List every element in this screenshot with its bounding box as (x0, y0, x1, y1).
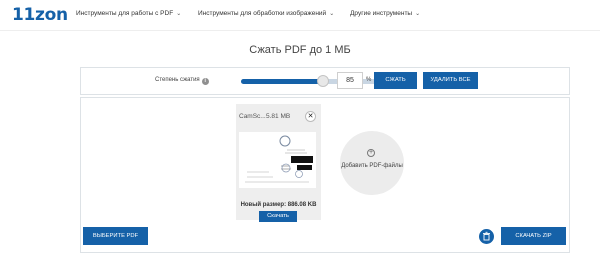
nav-image-tools[interactable]: Инструменты для обработки изображений ⌄ (198, 10, 334, 17)
compression-label: Степень сжатия i (155, 77, 209, 85)
file-name: CamSc... (239, 113, 266, 120)
add-pdf-files-label: Добавить PDF-файлы (341, 163, 403, 169)
slider-fill (241, 79, 323, 84)
compression-label-text: Степень сжатия (155, 77, 200, 83)
slider-thumb[interactable] (317, 75, 329, 87)
nav-other-tools-label: Другие инструменты (350, 10, 413, 17)
download-zip-button[interactable]: СКАЧАТЬ ZIP (501, 227, 566, 245)
upload-area: CamSc... 5.81 MB ✕ Новый размер: 886.08 … (80, 97, 570, 253)
chevron-down-icon: ⌄ (329, 11, 335, 17)
chevron-down-icon: ⌄ (176, 11, 182, 17)
file-thumbnail (239, 132, 316, 188)
document-preview-icon (239, 132, 316, 188)
nav-image-tools-label: Инструменты для обработки изображений (198, 10, 327, 17)
new-file-size: Новый размер: 886.08 KB (240, 202, 317, 208)
compression-percent-input[interactable]: 85 (337, 72, 363, 89)
download-file-button[interactable]: Скачать (259, 211, 297, 222)
trash-glyph (483, 231, 490, 241)
trash-icon[interactable] (479, 229, 494, 244)
nav-pdf-tools-label: Инструменты для работы с PDF (76, 10, 174, 17)
file-size: 5.81 MB (266, 113, 291, 120)
nav-pdf-tools[interactable]: Инструменты для работы с PDF ⌄ (76, 10, 181, 17)
select-pdf-button[interactable]: ВЫБЕРИТЕ PDF (83, 227, 148, 245)
add-pdf-files-button[interactable]: + Добавить PDF-файлы (340, 131, 404, 195)
page-title: Сжать PDF до 1 МБ (249, 44, 351, 56)
chevron-down-icon: ⌄ (415, 11, 421, 17)
header-bar: 11zon Инструменты для работы с PDF ⌄ Инст… (0, 0, 600, 31)
close-icon[interactable]: ✕ (305, 111, 316, 122)
file-card: CamSc... 5.81 MB ✕ Новый размер: 886.08 … (236, 104, 321, 222)
compression-settings-bar: Степень сжатия i 85 % СЖАТЬ УДАЛИТЬ ВСЕ (80, 67, 570, 95)
delete-all-button[interactable]: УДАЛИТЬ ВСЕ (423, 72, 478, 89)
compress-button[interactable]: СЖАТЬ (374, 72, 417, 89)
info-icon[interactable]: i (201, 78, 209, 85)
plus-icon: + (367, 149, 375, 157)
logo[interactable]: 11zon (12, 5, 68, 25)
nav-other-tools[interactable]: Другие инструменты ⌄ (350, 10, 420, 17)
percent-sign: % (366, 77, 372, 83)
